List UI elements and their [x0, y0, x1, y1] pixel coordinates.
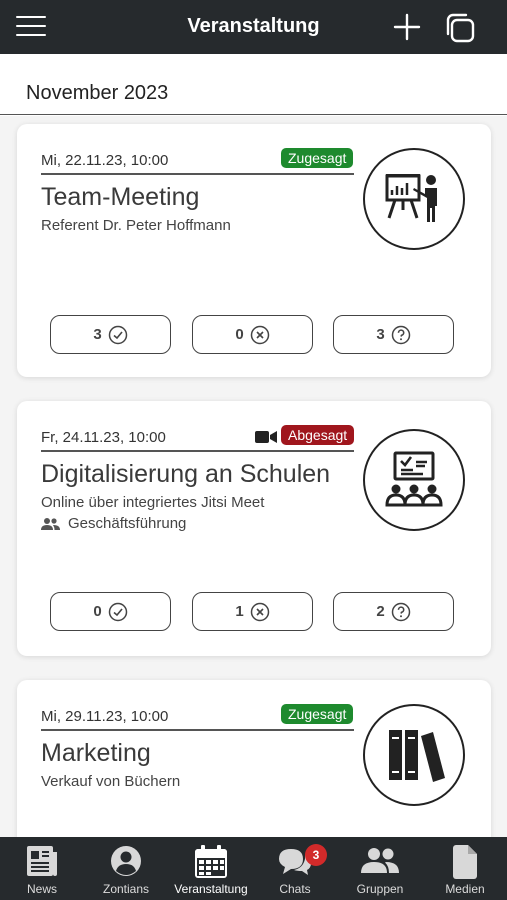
books-icon — [389, 730, 445, 782]
status-badge: Zugesagt — [281, 148, 354, 168]
copy-icon[interactable] — [444, 12, 476, 44]
question-circle-icon — [391, 325, 410, 344]
event-card[interactable]: Fr, 24.11.23, 10:00 Abgesagt Digitalisie… — [17, 401, 491, 656]
add-icon[interactable] — [392, 12, 422, 42]
month-divider — [0, 114, 507, 115]
nav-label: Zontians — [102, 882, 150, 896]
event-type-icon — [363, 148, 465, 250]
x-circle-icon — [250, 602, 269, 621]
group-icon — [361, 848, 399, 873]
status-badge: Zugesagt — [281, 704, 354, 724]
nav-label: Gruppen — [356, 882, 404, 896]
check-circle-icon — [108, 602, 127, 621]
declined-count: 1 — [235, 603, 244, 620]
declined-count-button[interactable]: 0 — [192, 315, 313, 354]
month-label: November 2023 — [26, 82, 169, 104]
nav-medien[interactable]: Medien — [423, 837, 507, 900]
nav-label: Medien — [445, 882, 485, 896]
status-badge: Abgesagt — [281, 425, 355, 445]
page-title: Veranstaltung — [187, 15, 320, 37]
event-group: Geschäftsführung — [41, 515, 186, 532]
check-circle-icon — [108, 325, 127, 344]
accepted-count: 0 — [93, 603, 102, 620]
event-subtitle: Verkauf von Büchern — [41, 773, 181, 790]
audience-screen-icon — [385, 451, 443, 507]
event-group-label: Geschäftsführung — [68, 515, 187, 532]
chats-unread-badge: 3 — [305, 844, 327, 866]
user-circle-icon — [111, 846, 141, 876]
file-icon — [453, 845, 477, 879]
open-count-button[interactable]: 3 — [333, 315, 454, 354]
date-underline — [41, 450, 354, 452]
date-underline — [41, 729, 354, 731]
bottom-navigation: News Zontians Veranstaltung Chats Gruppe… — [0, 837, 507, 900]
nav-news[interactable]: News — [0, 837, 84, 900]
nav-gruppen[interactable]: Gruppen — [338, 837, 422, 900]
month-header: November 2023 — [0, 54, 507, 116]
open-count: 2 — [376, 603, 385, 620]
event-subtitle: Referent Dr. Peter Hoffmann — [41, 217, 231, 234]
nav-label: Veranstaltung — [174, 882, 248, 896]
event-title: Team-Meeting — [41, 183, 200, 211]
nav-zontians[interactable]: Zontians — [84, 837, 168, 900]
accepted-count-button[interactable]: 0 — [50, 592, 171, 631]
newspaper-icon — [27, 846, 57, 876]
event-date: Fr, 24.11.23, 10:00 — [41, 429, 166, 446]
x-circle-icon — [250, 325, 269, 344]
declined-count-button[interactable]: 1 — [192, 592, 313, 631]
open-count: 3 — [376, 326, 385, 343]
nav-veranstaltung[interactable]: Veranstaltung — [169, 837, 253, 900]
event-type-icon — [363, 704, 465, 806]
event-type-icon — [363, 429, 465, 531]
event-card[interactable]: Mi, 22.11.23, 10:00 Zugesagt Team-Meetin… — [17, 124, 491, 377]
date-underline — [41, 173, 354, 175]
accepted-count: 3 — [93, 326, 102, 343]
group-small-icon — [41, 517, 60, 530]
event-title: Digitalisierung an Schulen — [41, 460, 331, 488]
accepted-count-button[interactable]: 3 — [50, 315, 171, 354]
question-circle-icon — [391, 602, 410, 621]
declined-count: 0 — [235, 326, 244, 343]
nav-label: News — [26, 882, 57, 896]
event-subtitle: Online über integriertes Jitsi Meet — [41, 494, 265, 511]
open-count-button[interactable]: 2 — [333, 592, 454, 631]
video-camera-icon — [255, 431, 277, 443]
event-date: Mi, 22.11.23, 10:00 — [41, 152, 169, 169]
event-title: Marketing — [41, 739, 151, 767]
calendar-icon — [195, 845, 227, 878]
event-date: Mi, 29.11.23, 10:00 — [41, 708, 169, 725]
nav-label: Chats — [279, 882, 311, 896]
top-app-bar: Veranstaltung — [0, 0, 507, 54]
presenter-board-icon — [385, 174, 437, 222]
nav-chats[interactable]: Chats — [253, 837, 337, 900]
